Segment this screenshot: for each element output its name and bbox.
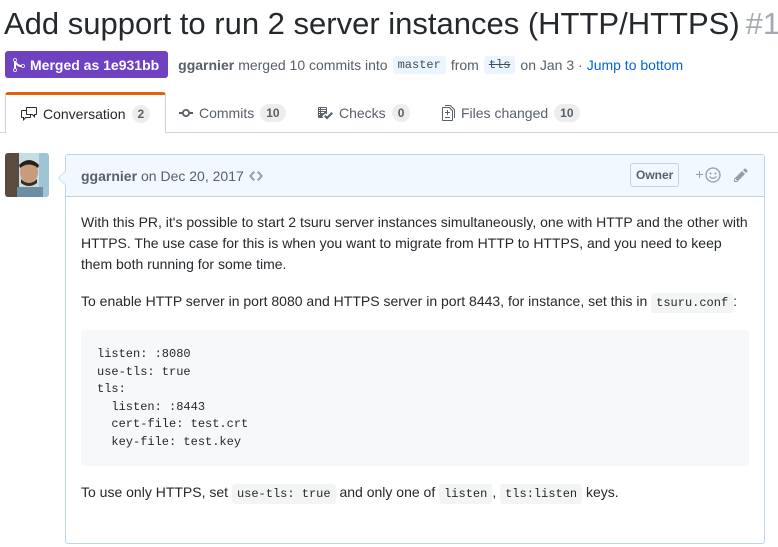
inline-code-tls-listen: tls:listen bbox=[500, 484, 583, 504]
merge-date: on Jan 3 · bbox=[520, 56, 583, 73]
tab-files-changed[interactable]: Files changed 10 bbox=[442, 92, 580, 133]
tab-files-changed-label: Files changed bbox=[461, 104, 549, 121]
tab-commits-label: Commits bbox=[199, 104, 255, 121]
inline-code-tsuru-conf: tsuru.conf bbox=[651, 293, 734, 313]
owner-badge: Owner bbox=[630, 163, 680, 187]
pr-tabs: Conversation 2 Commits 10 Checks 0 Files… bbox=[0, 92, 778, 134]
comment-paragraph-2: To enable HTTP server in port 8080 and H… bbox=[81, 291, 749, 314]
inline-code-use-tls: use-tls: true bbox=[231, 484, 336, 504]
pr-title-text: Add support to run 2 server instances (H… bbox=[4, 6, 740, 41]
file-diff-icon bbox=[442, 104, 455, 121]
p2-end: : bbox=[733, 293, 738, 309]
tab-conversation[interactable]: Conversation 2 bbox=[5, 92, 167, 134]
checklist-icon bbox=[318, 106, 333, 119]
tab-conversation-label: Conversation bbox=[43, 106, 126, 122]
comment-body: With this PR, it's possible to start 2 t… bbox=[66, 197, 764, 505]
from-text: from bbox=[450, 56, 479, 73]
comment-header: ggarnier on Dec 20, 2017 Owner bbox=[66, 155, 764, 197]
inline-code-listen: listen bbox=[439, 484, 493, 504]
config-code-block: listen: :8080 use-tls: true tls: listen:… bbox=[81, 330, 749, 466]
comment-discussion-icon bbox=[21, 107, 37, 121]
pr-title: Add support to run 2 server instances (H… bbox=[4, 2, 778, 46]
comment-author-link[interactable]: ggarnier bbox=[81, 168, 137, 184]
tab-checks-label: Checks bbox=[339, 104, 386, 121]
p3-text-a: To use only HTTPS, set bbox=[81, 484, 229, 500]
jump-to-bottom-link[interactable]: Jump to bottom bbox=[587, 57, 684, 73]
comment-box: ggarnier on Dec 20, 2017 Owner With this… bbox=[58, 154, 765, 544]
head-branch[interactable]: tls bbox=[483, 55, 516, 74]
code-icon[interactable] bbox=[248, 168, 263, 184]
p3-text-c: , bbox=[492, 484, 497, 500]
tab-checks[interactable]: Checks 0 bbox=[317, 92, 411, 133]
pr-meta: Merged as 1e931bb ggarnier merged 10 com… bbox=[5, 51, 683, 78]
p3-text-b: and only one of bbox=[339, 484, 436, 500]
tab-commits-count: 10 bbox=[260, 103, 286, 122]
comment-date-link[interactable]: on Dec 20, 2017 bbox=[141, 168, 244, 184]
merged-state-badge: Merged as 1e931bb bbox=[5, 51, 169, 78]
p2-text: To enable HTTP server in port 8080 and H… bbox=[81, 293, 648, 309]
merged-state-label[interactable]: Merged as 1e931bb bbox=[30, 57, 159, 73]
p3-text-d: keys. bbox=[586, 484, 619, 500]
tab-commits[interactable]: Commits 10 bbox=[179, 92, 286, 133]
add-reaction-icon[interactable] bbox=[695, 166, 721, 184]
pr-number: #18 bbox=[745, 6, 778, 41]
comment-paragraph-3: To use only HTTPS, set use-tls: true and… bbox=[81, 482, 749, 505]
git-merge-icon bbox=[13, 57, 25, 72]
pencil-icon[interactable] bbox=[734, 167, 748, 183]
pr-author-link[interactable]: ggarnier bbox=[178, 57, 234, 73]
avatar[interactable] bbox=[5, 153, 49, 197]
merge-text: merged 10 commits into bbox=[238, 56, 388, 73]
git-commit-icon bbox=[179, 108, 193, 117]
tab-files-changed-count: 10 bbox=[554, 103, 580, 122]
tab-conversation-count: 2 bbox=[131, 105, 151, 123]
avatar-image bbox=[5, 153, 49, 197]
tab-checks-count: 0 bbox=[391, 103, 411, 122]
base-branch[interactable]: master bbox=[392, 55, 446, 74]
comment-paragraph-1: With this PR, it's possible to start 2 t… bbox=[81, 214, 748, 272]
